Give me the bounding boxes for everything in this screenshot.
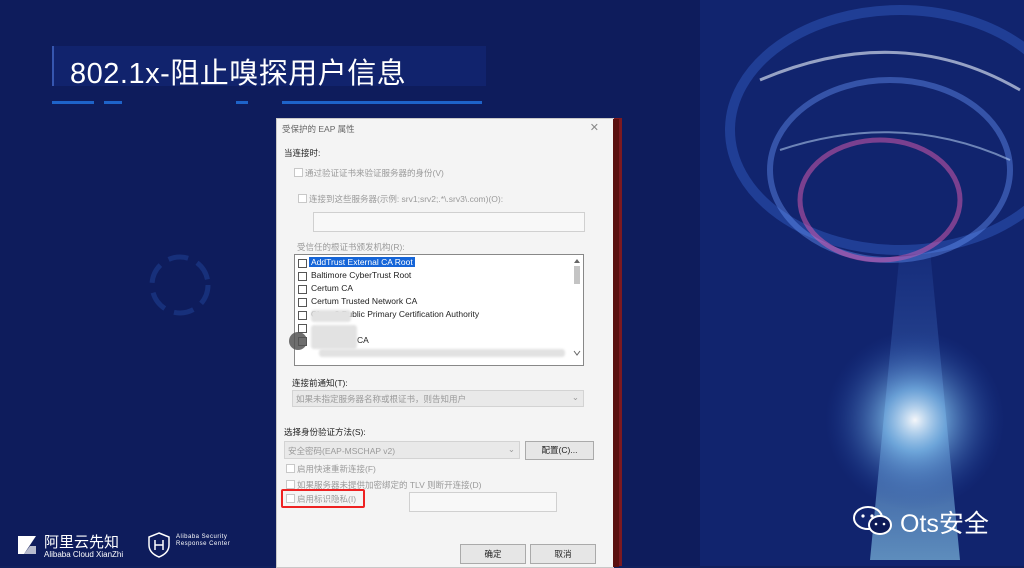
fast-reconnect-label: 启用快速重新连接(F)	[297, 464, 376, 474]
configure-button[interactable]: 配置(C)...	[525, 441, 594, 460]
wechat-account-name: Ots安全	[900, 510, 989, 538]
eap-properties-dialog: 受保护的 EAP 属性 ✕ 当连接时: 通过验证证书来验证服务器的身份(V) 连…	[276, 118, 619, 568]
identity-privacy-checkbox[interactable]	[286, 494, 295, 503]
ca-checkbox[interactable]	[298, 259, 307, 268]
auth-method-value: 安全密码(EAP-MSCHAP v2)	[288, 446, 396, 456]
notify-label: 连接前通知(T):	[292, 378, 348, 388]
blurred-item	[311, 325, 357, 349]
ca-checkbox[interactable]	[298, 298, 307, 307]
security-shield-icon	[148, 532, 170, 558]
tlv-checkbox[interactable]	[286, 480, 295, 489]
servers-input[interactable]	[313, 212, 585, 232]
auth-method-label: 选择身份验证方法(S):	[284, 427, 366, 437]
decorative-line	[282, 101, 482, 104]
ca-checkbox[interactable]	[298, 272, 307, 281]
decorative-line	[52, 101, 94, 104]
decorative-line	[104, 101, 122, 104]
security-brand-line1: Alibaba Security	[176, 534, 228, 540]
security-brand-line2: Response Center	[176, 541, 231, 547]
ca-list-item[interactable]: Certum Trusted Network CA	[311, 296, 417, 306]
dialog-edge	[613, 119, 619, 567]
connect-section-label: 当连接时:	[284, 148, 321, 158]
chevron-down-icon: ⌄	[507, 444, 515, 454]
decorative-line	[236, 101, 248, 104]
xianzhi-logo-icon	[18, 536, 36, 554]
ca-list-item[interactable]: Baltimore CyberTrust Root	[311, 270, 411, 280]
cancel-button[interactable]: 取消	[530, 544, 596, 564]
notify-value: 如果未指定服务器名称或根证书，则告知用户	[296, 394, 467, 404]
notify-dropdown[interactable]: 如果未指定服务器名称或根证书，则告知用户 ⌄	[292, 390, 584, 407]
verify-cert-label: 通过验证证书来验证服务器的身份(V)	[305, 168, 444, 178]
ca-list-item[interactable]: Certum CA	[311, 283, 353, 293]
wechat-icon	[853, 506, 892, 535]
ca-list-item[interactable]: AddTrust External CA Root	[309, 257, 415, 267]
list-scrollbar[interactable]	[572, 257, 582, 357]
blurred-item	[311, 310, 351, 322]
verify-cert-checkbox[interactable]	[294, 168, 303, 177]
fast-reconnect-checkbox[interactable]	[286, 464, 295, 473]
ca-checkbox[interactable]	[298, 311, 307, 320]
close-icon[interactable]: ✕	[590, 121, 599, 134]
blurred-item	[319, 349, 565, 357]
slide-title: 802.1x-阻止嗅探用户信息	[70, 58, 407, 90]
connect-servers-label: 连接到这些服务器(示例: srv1;srv2;.*\.srv3\.com)(O)…	[309, 194, 504, 204]
ok-button[interactable]: 确定	[460, 544, 526, 564]
dialog-title: 受保护的 EAP 属性	[282, 124, 355, 134]
trusted-ca-list[interactable]: AddTrust External CA Root Baltimore Cybe…	[289, 254, 584, 366]
ca-checkbox[interactable]	[298, 285, 307, 294]
ca-list-item[interactable]: CA	[357, 335, 369, 345]
brand-name: 阿里云先知	[44, 534, 120, 551]
chevron-down-icon: ⌄	[571, 392, 579, 402]
brand-subtitle: Alibaba Cloud XianZhi	[44, 550, 124, 559]
trusted-ca-label: 受信任的根证书颁发机构(R):	[297, 242, 405, 252]
cursor-indicator	[289, 332, 307, 350]
identity-privacy-label: 启用标识隐私(I)	[297, 494, 357, 504]
connect-servers-checkbox[interactable]	[298, 194, 307, 203]
identity-input[interactable]	[409, 492, 557, 512]
auth-method-dropdown[interactable]: 安全密码(EAP-MSCHAP v2) ⌄	[284, 441, 520, 459]
